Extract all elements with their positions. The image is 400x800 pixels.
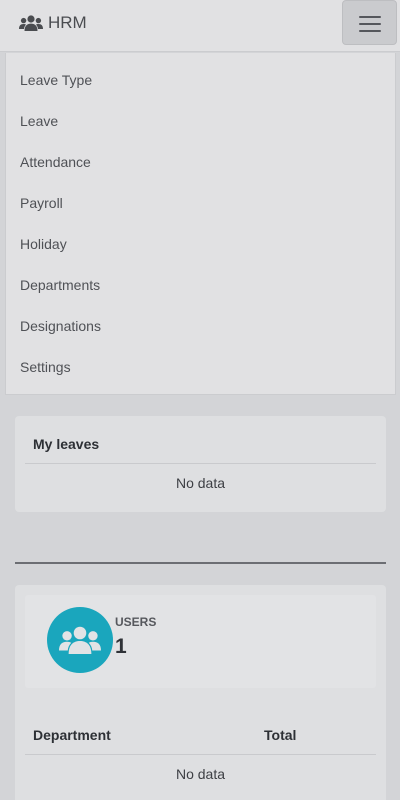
brand-name: HRM (48, 13, 87, 32)
page: HRM Leave Type Leave Attendance Payroll … (0, 0, 400, 800)
my-leaves-empty-text: No data (175, 475, 226, 491)
menu-item-payroll[interactable]: Payroll (20, 191, 63, 215)
section-divider (15, 562, 386, 564)
menu-item-departments[interactable]: Departments (20, 273, 100, 297)
card-divider (25, 463, 376, 464)
users-stat-value: 1 (115, 635, 127, 658)
brand-link[interactable]: HRM (19, 13, 87, 33)
department-table-empty-text: No data (175, 766, 226, 782)
table-header-divider (25, 754, 376, 755)
menu-item-holiday[interactable]: Holiday (20, 232, 67, 256)
users-icon (19, 14, 43, 32)
table-header-total: Total (264, 727, 297, 743)
nav-menu: Leave Type Leave Attendance Payroll Holi… (5, 53, 396, 395)
menu-item-attendance[interactable]: Attendance (20, 150, 91, 174)
top-navbar: HRM (0, 0, 400, 52)
users-stat-label: USERS (115, 615, 157, 629)
menu-item-leave-type[interactable]: Leave Type (20, 68, 92, 92)
menu-item-leave[interactable]: Leave (20, 109, 58, 133)
users-stat-circle (47, 607, 113, 673)
table-header-department: Department (33, 727, 111, 743)
menu-item-designations[interactable]: Designations (20, 314, 101, 338)
navbar-toggle-button[interactable] (342, 0, 397, 45)
my-leaves-title: My leaves (33, 436, 100, 452)
menu-item-settings[interactable]: Settings (20, 355, 71, 379)
users-stat-box: USERS 1 (25, 595, 376, 688)
users-card: USERS 1 Department Total No data (15, 585, 386, 800)
my-leaves-card: My leaves No data (15, 416, 386, 512)
